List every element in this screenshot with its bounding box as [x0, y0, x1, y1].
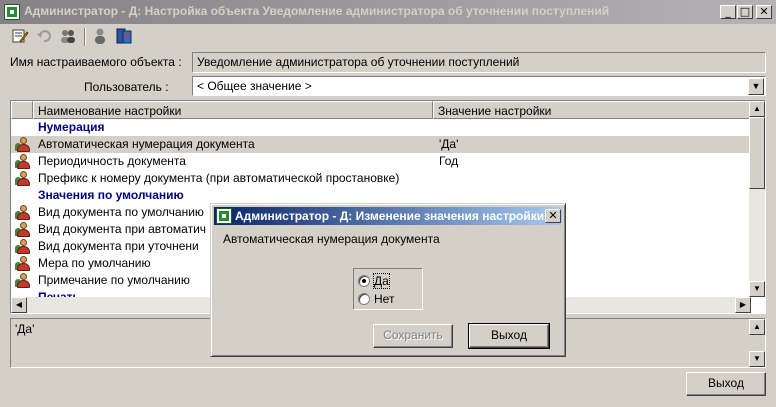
setting-name: Мера по умолчанию [38, 256, 151, 270]
option-group: Да Нет [353, 268, 423, 310]
scroll-right-icon[interactable]: ▶ [735, 297, 751, 313]
radio-no[interactable] [358, 293, 370, 305]
radio-yes[interactable] [358, 275, 370, 287]
group-title: Значения по умолчанию [38, 188, 184, 202]
edit-icon[interactable] [10, 26, 30, 46]
table-row[interactable]: Автоматическая нумерация документа 'Да' [11, 136, 751, 153]
option-yes[interactable]: Да [358, 273, 418, 289]
dialog-setting-name: Автоматическая нумерация документа [223, 232, 440, 246]
preview-scroll-up-icon[interactable]: ▲ [749, 319, 765, 335]
object-name-field: Уведомление администратора об уточнении … [192, 52, 766, 73]
undo-icon[interactable] [34, 26, 54, 46]
setting-name: Вид документа по умолчанию [38, 205, 204, 219]
dialog-close-button[interactable]: ✕ [545, 209, 561, 223]
users-icon[interactable] [58, 26, 78, 46]
setting-value: 'Да' [439, 137, 459, 151]
vertical-scrollbar[interactable]: ▲ ▼ [749, 101, 765, 297]
chevron-down-icon[interactable]: ▼ [748, 78, 764, 95]
toolbar [4, 26, 770, 48]
option-no[interactable]: Нет [358, 291, 418, 307]
scroll-down-icon[interactable]: ▼ [749, 281, 765, 297]
setting-name: Периодичность документа [38, 154, 186, 168]
users-icon [15, 154, 31, 169]
setting-name: Вид документа при автоматич [38, 222, 207, 236]
users-icon [15, 239, 31, 254]
toolbar-separator [84, 28, 86, 46]
setting-name: Префикс к номеру документа (при автомати… [38, 171, 400, 185]
dialog-app-icon [216, 208, 232, 224]
vertical-scroll-thumb[interactable] [749, 117, 765, 189]
grid-header-corner [11, 101, 33, 119]
setting-name: Вид документа при уточнени [38, 239, 199, 253]
column-header-name[interactable]: Наименование настройки [33, 101, 433, 119]
user-select-value: < Общее значение > [197, 79, 312, 93]
dialog-exit-button[interactable]: Выход [468, 323, 550, 349]
column-header-value[interactable]: Значение настройки [433, 101, 751, 119]
scroll-up-icon[interactable]: ▲ [749, 101, 765, 117]
option-yes-label: Да [373, 273, 390, 289]
dialog-title: Администратор - Д: Изменение значения на… [235, 209, 545, 223]
user-icon[interactable] [90, 26, 110, 46]
value-preview-text: 'Да' [15, 322, 35, 336]
grid-group-row[interactable]: Значения по умолчанию [11, 187, 751, 204]
users-icon [15, 205, 31, 220]
users-icon [15, 256, 31, 271]
users-icon [15, 171, 31, 186]
scroll-left-icon[interactable]: ◀ [11, 297, 27, 313]
dialog-title-bar: Администратор - Д: Изменение значения на… [214, 207, 562, 225]
user-label: Пользователь : [84, 80, 169, 94]
save-button[interactable]: Сохранить [373, 324, 453, 348]
preview-scroll-down-icon[interactable]: ▼ [749, 351, 765, 367]
close-button[interactable]: ✕ [756, 5, 772, 19]
setting-value: Год [439, 154, 459, 168]
option-no-label: Нет [374, 292, 395, 306]
user-select[interactable]: < Общее значение > ▼ [192, 76, 766, 96]
edit-setting-dialog: Администратор - Д: Изменение значения на… [210, 203, 566, 357]
object-name-label: Имя настраиваемого объекта : [10, 55, 182, 69]
maximize-button[interactable]: □ [737, 5, 753, 19]
grid-group-row[interactable]: Нумерация [11, 119, 751, 136]
app-icon [4, 4, 20, 20]
users-icon [15, 222, 31, 237]
table-row[interactable]: Префикс к номеру документа (при автомати… [11, 170, 751, 187]
title-bar: Администратор - Д: Настройка объекта Уве… [0, 0, 776, 24]
group-title: Нумерация [38, 120, 105, 134]
window-title: Администратор - Д: Настройка объекта Уве… [24, 4, 610, 18]
setting-name: Примечание по умолчанию [38, 273, 190, 287]
minimize-button[interactable]: _ [720, 5, 736, 19]
export-icon[interactable] [114, 26, 134, 46]
exit-button[interactable]: Выход [686, 372, 766, 396]
table-row[interactable]: Периодичность документа Год [11, 153, 751, 170]
setting-name: Автоматическая нумерация документа [38, 137, 255, 151]
users-icon [15, 273, 31, 288]
users-icon [15, 137, 31, 152]
